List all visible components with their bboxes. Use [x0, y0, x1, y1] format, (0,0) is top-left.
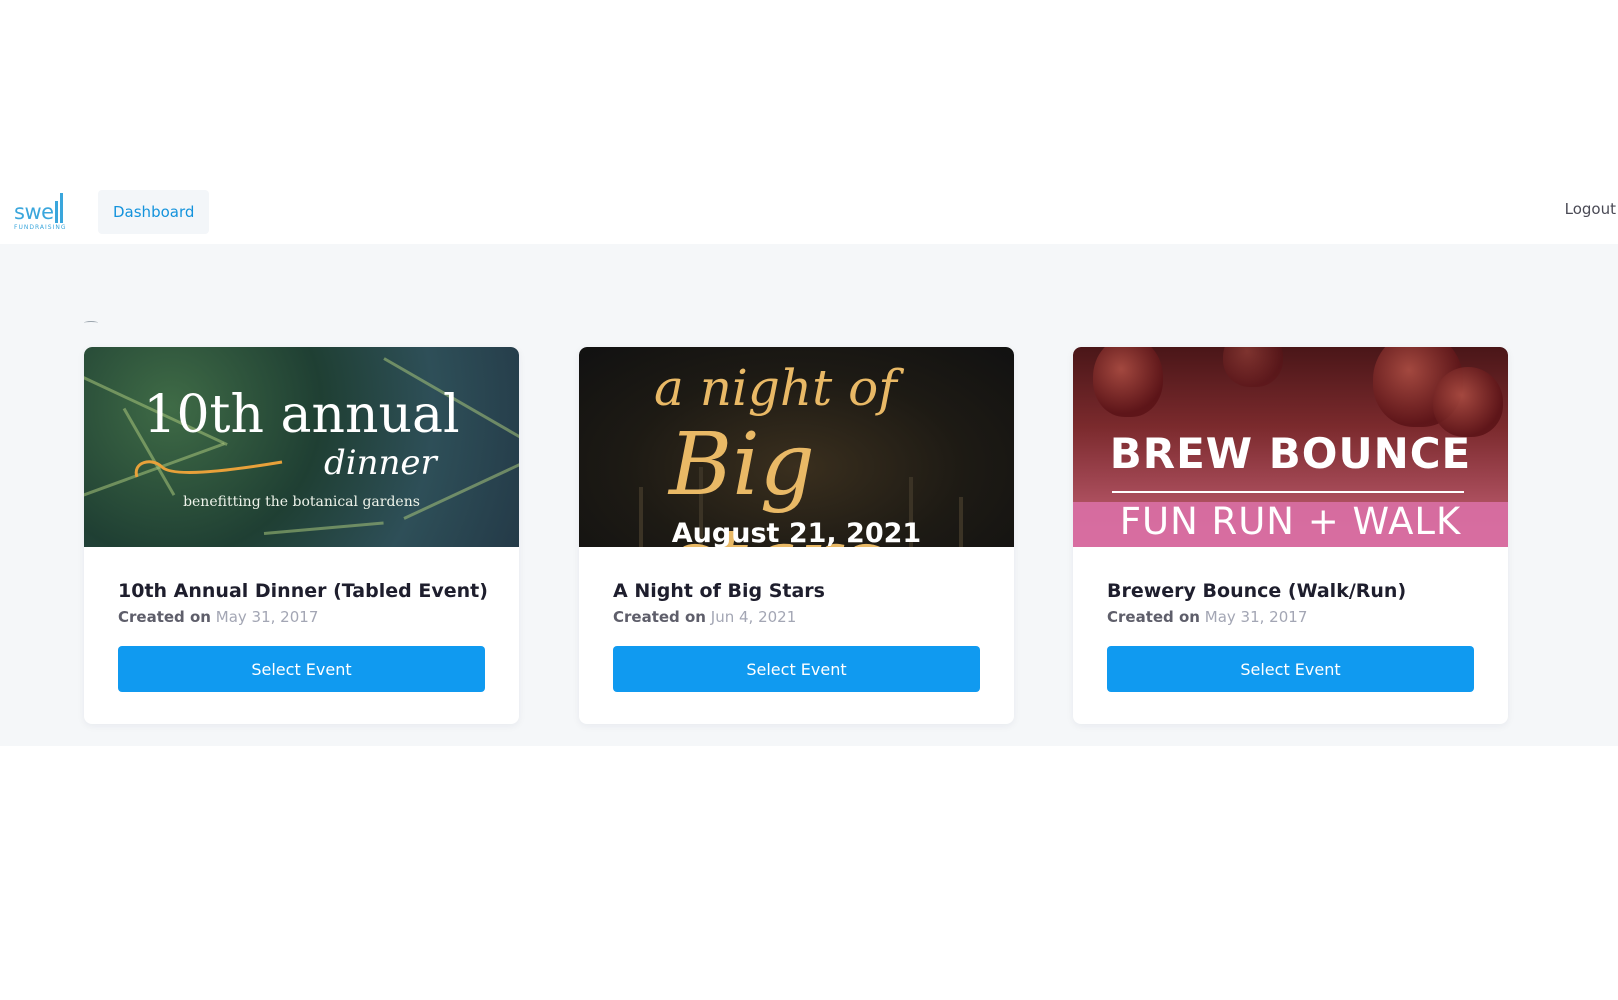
event-card: a night of Big stars August 21, 2021 A N… — [579, 347, 1014, 724]
logout-link[interactable]: Logout — [1565, 200, 1616, 218]
top-spacer — [0, 0, 1618, 179]
created-label: Created on — [118, 608, 211, 626]
event-title: A Night of Big Stars — [613, 580, 825, 602]
image-headline: a night of — [654, 359, 897, 417]
event-image: 10th annual dinner benefitting the botan… — [84, 347, 519, 547]
swell-logo[interactable]: swe FUNDRAISING — [14, 192, 70, 231]
image-headline: 10th annual — [143, 385, 460, 445]
logo-bars-icon — [54, 192, 63, 223]
main-content: 10th annual dinner benefitting the botan… — [0, 244, 1618, 746]
image-headline: BREW BOUNCE — [1109, 429, 1472, 478]
event-image: a night of Big stars August 21, 2021 — [579, 347, 1014, 547]
created-date: Jun 4, 2021 — [710, 608, 797, 626]
image-subheadline: FUN RUN + WALK — [1119, 500, 1462, 543]
event-card: 10th annual dinner benefitting the botan… — [84, 347, 519, 724]
event-created: Created on Jun 4, 2021 — [613, 607, 980, 627]
select-event-button[interactable]: Select Event — [613, 646, 980, 692]
select-event-button[interactable]: Select Event — [1107, 646, 1474, 692]
event-created: Created on May 31, 2017 — [1107, 607, 1474, 627]
select-event-button[interactable]: Select Event — [118, 646, 485, 692]
event-card: BREW BOUNCE FUN RUN + WALK Brewery Bounc… — [1073, 347, 1508, 724]
event-created: Created on May 31, 2017 — [118, 607, 485, 627]
created-label: Created on — [1107, 608, 1200, 626]
nav-dashboard-tab[interactable]: Dashboard — [98, 189, 210, 234]
logo-word: swe — [14, 199, 54, 224]
image-tagline: August 21, 2021 — [671, 518, 922, 547]
event-image: BREW BOUNCE FUN RUN + WALK — [1073, 347, 1508, 547]
created-date: May 31, 2017 — [215, 608, 319, 626]
created-date: May 31, 2017 — [1204, 608, 1308, 626]
event-title: 10th Annual Dinner (Tabled Event) — [118, 580, 488, 602]
image-tagline: benefitting the botanical gardens — [183, 494, 420, 510]
flourish-icon — [134, 460, 283, 478]
logo-subtitle: FUNDRAISING — [14, 223, 67, 231]
loading-spinner-icon — [84, 321, 98, 325]
event-title: Brewery Bounce (Walk/Run) — [1107, 580, 1407, 602]
image-subheadline: dinner — [324, 443, 437, 483]
created-label: Created on — [613, 608, 706, 626]
navbar: swe FUNDRAISING Dashboard Logout — [0, 179, 1618, 244]
